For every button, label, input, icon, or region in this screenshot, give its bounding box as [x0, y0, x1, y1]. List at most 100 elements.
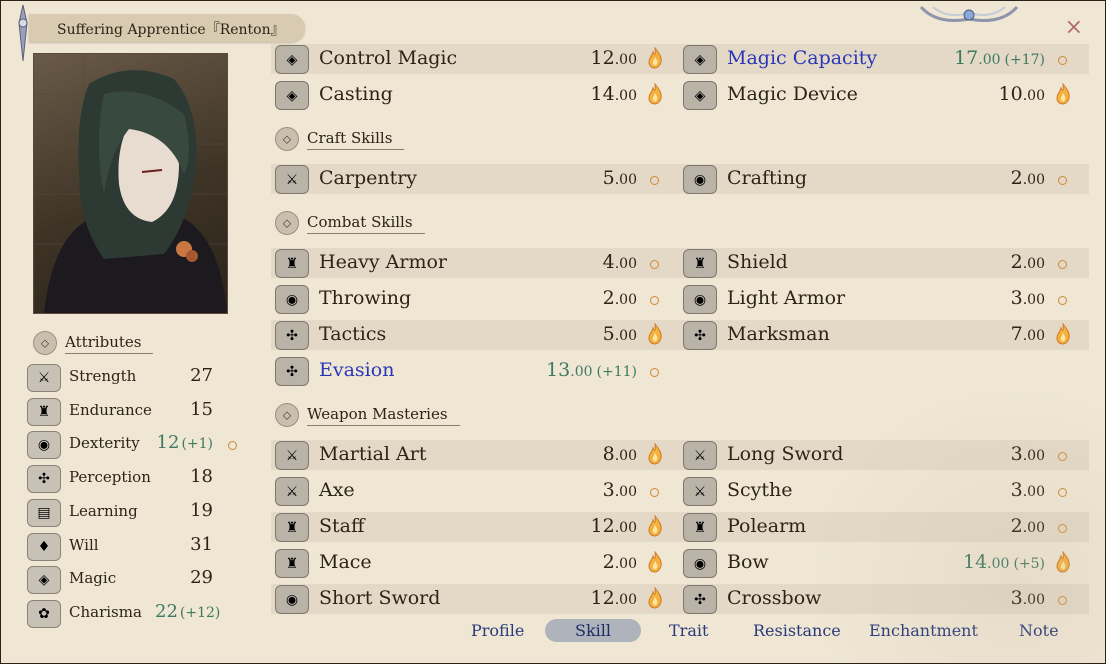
section-pin-icon: ⬦ — [275, 211, 299, 235]
skill-value: 2.00 — [602, 551, 637, 573]
skill-row[interactable]: ◉ Light Armor 3.00 — [681, 284, 1077, 314]
close-button[interactable]: × — [1065, 17, 1083, 39]
skill-name: Throwing — [319, 287, 412, 309]
skill-row[interactable]: ⚔ Martial Art 8.00 — [273, 440, 669, 470]
attribute-row[interactable]: ✣ Perception 18 — [25, 463, 245, 494]
attribute-value: 19 — [190, 499, 213, 521]
skill-row[interactable]: ⚔ Carpentry 5.00 — [273, 164, 669, 194]
skill-row[interactable]: ♜ Mace 2.00 — [273, 548, 669, 578]
attributes-heading: ⬦ Attributes — [33, 331, 154, 355]
skill-value: 7.00 — [1010, 323, 1045, 345]
attribute-value: 27 — [190, 365, 213, 386]
skill-name: Crafting — [727, 167, 808, 189]
skill-name: Evasion — [319, 359, 395, 381]
attribute-row[interactable]: ⚔ Strength 27 — [25, 362, 245, 392]
skill-row[interactable]: ⚔ Axe 3.00 — [273, 476, 669, 506]
skill-row[interactable]: ♜ Shield 2.00 — [681, 248, 1077, 278]
skill-bonus: (+11) — [596, 364, 637, 380]
skill-value: 3.00 — [1010, 287, 1045, 309]
book-icon: ▤ — [27, 498, 61, 527]
skill-name: Control Magic — [319, 47, 458, 69]
skill-value: 12.00 — [590, 587, 637, 609]
skill-row[interactable]: ◈ Casting 14.00 — [273, 80, 669, 110]
tab-note[interactable]: Note — [1019, 621, 1059, 640]
section-pin-icon: ⬦ — [33, 331, 57, 355]
attribute-row[interactable]: ▤ Learning 19 — [25, 497, 245, 527]
skill-row[interactable]: ◈ Magic Capacity 17.00 (+17) — [681, 44, 1077, 74]
attribute-row[interactable]: ✿ Charisma 22 (+12) — [25, 598, 245, 628]
skill-value: 17.00 (+17) — [954, 47, 1045, 69]
potential-flame-icon — [648, 587, 662, 609]
attribute-value: 15 — [190, 398, 213, 420]
potential-flame-icon — [648, 323, 662, 345]
skill-row[interactable]: ◉ Short Sword 12.00 — [273, 584, 669, 614]
character-sheet-window: Suffering Apprentice『Renton』 × ⬦ Attribu… — [0, 0, 1106, 664]
crossed-swords-icon: ⚔ — [275, 165, 309, 194]
attribute-row[interactable]: ♜ Endurance 15 — [25, 396, 245, 426]
magic-icon: ◈ — [683, 45, 717, 74]
skill-row[interactable]: ◈ Magic Device 10.00 — [681, 80, 1077, 110]
attribute-bonus: (+12) — [179, 604, 221, 621]
magic-icon: ◈ — [683, 81, 717, 110]
armor-icon: ♜ — [683, 249, 717, 278]
magic-icon: ◈ — [275, 45, 309, 74]
skill-row[interactable]: ◉ Bow 14.00 (+5) — [681, 548, 1077, 578]
potential-dot-icon — [1058, 488, 1067, 497]
perception-icon: ✣ — [27, 465, 61, 494]
attribute-value: 12 (+1) — [156, 432, 213, 454]
tab-enchantment[interactable]: Enchantment — [869, 621, 978, 640]
skill-row[interactable]: ♜ Heavy Armor 4.00 — [273, 248, 669, 278]
tab-skill[interactable]: Skill — [545, 619, 642, 642]
attribute-bonus: (+1) — [181, 436, 213, 453]
attribute-row[interactable]: ◉ Dexterity 12 (+1) — [25, 429, 245, 460]
potential-dot-icon — [650, 296, 659, 305]
attribute-name: Perception — [69, 468, 151, 487]
skill-value: 10.00 — [998, 83, 1045, 105]
skill-name: Heavy Armor — [319, 251, 447, 273]
skill-value: 3.00 — [602, 479, 637, 501]
title-bar: Suffering Apprentice『Renton』 — [29, 14, 305, 42]
ring-icon: ◉ — [683, 549, 717, 578]
potential-dot-icon — [1058, 260, 1067, 269]
armor-icon: ♜ — [275, 549, 309, 578]
skill-row[interactable]: ✣ Evasion 13.00 (+11) — [273, 356, 669, 386]
character-portrait — [33, 53, 228, 314]
attribute-value: 31 — [190, 533, 213, 555]
skill-row[interactable]: ♜ Polearm 2.00 — [681, 512, 1077, 542]
skill-row[interactable]: ◉ Crafting 2.00 — [681, 164, 1077, 194]
skill-row[interactable]: ✣ Tactics 5.00 — [273, 320, 669, 350]
attribute-row[interactable]: ◈ Magic 29 — [25, 564, 245, 595]
armor-icon: ♜ — [683, 513, 717, 542]
skill-row[interactable]: ◈ Control Magic 12.00 — [273, 44, 669, 74]
skill-row[interactable]: ⚔ Long Sword 3.00 — [681, 440, 1077, 470]
attribute-name: Endurance — [69, 400, 152, 419]
ring-icon: ◉ — [683, 165, 717, 194]
tab-resistance[interactable]: Resistance — [753, 621, 841, 640]
armor-icon: ♜ — [275, 249, 309, 278]
skill-row[interactable]: ✣ Crossbow 3.00 — [681, 584, 1077, 614]
skill-row[interactable]: ♜ Staff 12.00 — [273, 512, 669, 542]
attribute-name: Strength — [69, 367, 137, 385]
potential-dot-icon — [650, 176, 659, 185]
crossed-swords-icon: ⚔ — [683, 477, 717, 506]
potential-flame-icon — [648, 83, 662, 105]
potential-flame-icon — [648, 47, 662, 69]
potential-dot-icon — [650, 488, 659, 497]
weapon-masteries-heading: ⬦ Weapon Masteries — [275, 403, 460, 427]
ring-icon: ◉ — [275, 585, 309, 614]
skill-row[interactable]: ⚔ Scythe 3.00 — [681, 476, 1077, 506]
tab-trait[interactable]: Trait — [669, 621, 708, 640]
skill-value: 14.00 — [590, 83, 637, 105]
skill-row[interactable]: ✣ Marksman 7.00 — [681, 320, 1077, 350]
tab-profile[interactable]: Profile — [471, 621, 524, 640]
potential-flame-icon — [648, 515, 662, 537]
craft-skills-heading: ⬦ Craft Skills — [275, 127, 405, 151]
skill-name: Marksman — [727, 323, 830, 345]
skill-row[interactable]: ◉ Throwing 2.00 — [273, 284, 669, 314]
skill-name: Martial Art — [319, 443, 427, 465]
crossed-swords-icon: ⚔ — [275, 441, 309, 470]
skill-name: Axe — [319, 479, 355, 501]
attribute-row[interactable]: ♦ Will 31 — [25, 531, 245, 561]
skill-value: 14.00 (+5) — [962, 551, 1045, 573]
potential-flame-icon — [648, 551, 662, 573]
